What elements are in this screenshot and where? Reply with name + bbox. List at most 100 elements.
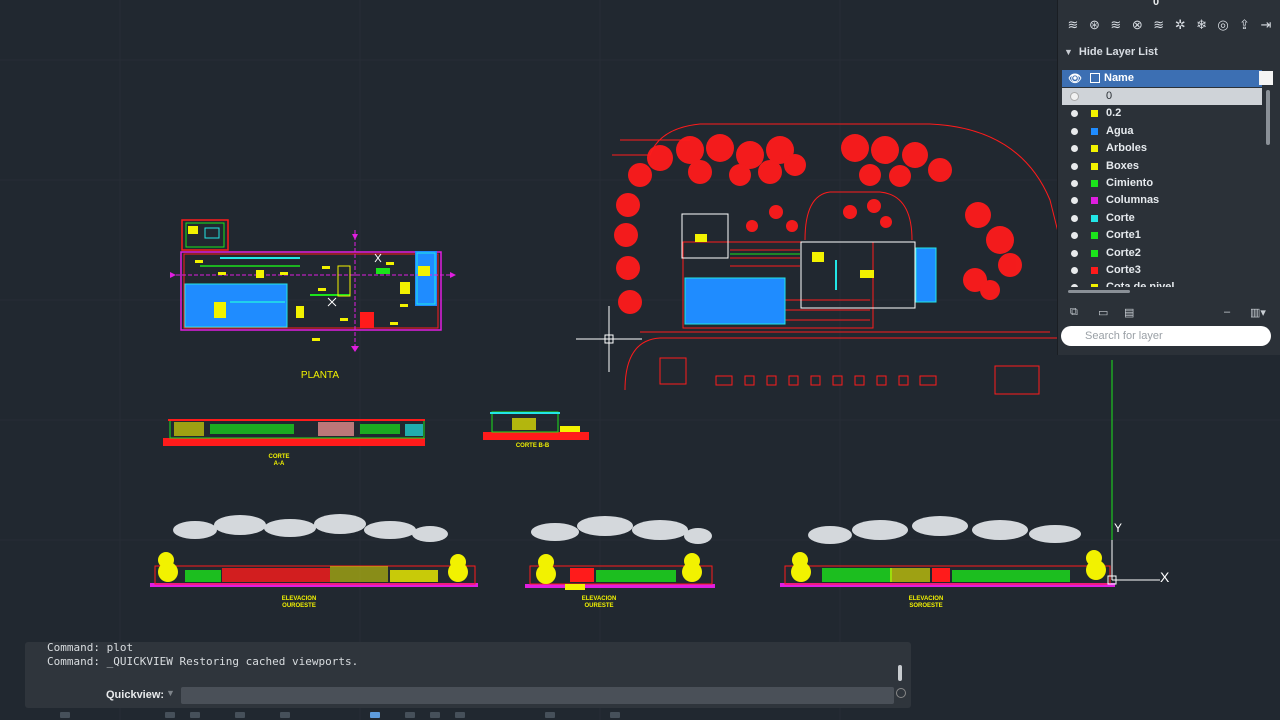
- command-history-line: Command: _QUICKVIEW Restoring cached vie…: [47, 655, 359, 668]
- elevation-3-label: ELEVACION SOROESTE: [908, 596, 944, 609]
- layer-name: Corte3: [1106, 264, 1141, 276]
- new-layer-frozen-icon[interactable]: ⊛: [1085, 16, 1103, 34]
- layer-row[interactable]: Arboles: [1062, 140, 1262, 157]
- layer-color-swatch[interactable]: [1091, 162, 1098, 170]
- visibility-toggle[interactable]: [1071, 249, 1078, 257]
- columns-menu-icon[interactable]: ▥▾: [1250, 306, 1266, 319]
- layer-color-swatch[interactable]: [1091, 249, 1098, 257]
- layer-color-swatch[interactable]: [1091, 110, 1098, 118]
- status-icon[interactable]: [405, 712, 415, 718]
- visibility-toggle[interactable]: [1071, 214, 1078, 222]
- layer-row[interactable]: 0: [1062, 88, 1262, 105]
- layer-row[interactable]: Columnas: [1062, 192, 1262, 209]
- status-icon[interactable]: [190, 712, 200, 718]
- command-prompt-label: Quickview:: [106, 689, 165, 701]
- current-layer-value[interactable]: 0: [1153, 0, 1159, 8]
- command-history-line: Command: plot: [47, 641, 134, 654]
- layer-name: Corte1: [1106, 229, 1141, 242]
- visibility-toggle[interactable]: [1071, 197, 1078, 205]
- collapse-icon[interactable]: –: [1224, 306, 1230, 318]
- layer-name: Boxes: [1106, 159, 1140, 172]
- layer-color-swatch[interactable]: [1091, 145, 1098, 153]
- layer-color-swatch[interactable]: [1091, 197, 1098, 205]
- layer-row[interactable]: 0.2: [1062, 105, 1262, 122]
- new-filter-folder-icon[interactable]: ▤: [1124, 306, 1134, 319]
- status-bar: [25, 712, 645, 720]
- layer-list-scrollbar[interactable]: [1266, 90, 1270, 145]
- layer-name: Arboles: [1106, 142, 1147, 155]
- visibility-toggle[interactable]: [1071, 127, 1078, 135]
- layer-name: Columnas: [1106, 194, 1160, 207]
- visibility-toggle[interactable]: [1071, 162, 1078, 170]
- elevation-2-label: ELEVACION OURESTE: [581, 596, 617, 609]
- layer-row[interactable]: Cota de nivel: [1062, 279, 1262, 288]
- layer-row[interactable]: Corte3: [1062, 262, 1262, 279]
- visibility-toggle[interactable]: [1071, 180, 1078, 187]
- status-icon[interactable]: [280, 712, 290, 718]
- ucs-y-label: Y: [1114, 521, 1122, 535]
- corte-bb-label: CORTE B-B: [515, 443, 550, 449]
- layers-palette: 0 ≋ ⊛ ≋ ⊗ ≋ ✲ ❄ ◎ ⇪ ⇥ ▼ Hide Layer List 👁 Name 0 0.…: [1057, 0, 1280, 355]
- layer-name: Corte: [1106, 211, 1135, 224]
- layer-row[interactable]: Corte1: [1062, 227, 1262, 244]
- lock-icon[interactable]: ◎: [1214, 16, 1232, 34]
- status-icon[interactable]: [60, 712, 70, 718]
- command-options-icon[interactable]: [896, 688, 906, 698]
- layers-top-row: 0: [1058, 0, 1280, 12]
- layer-row[interactable]: Corte: [1062, 210, 1262, 227]
- command-recent-dropdown-icon[interactable]: ▼: [166, 688, 175, 698]
- layer-row[interactable]: Boxes: [1062, 158, 1262, 175]
- layer-color-swatch[interactable]: [1091, 127, 1098, 135]
- status-icon[interactable]: [545, 712, 555, 718]
- command-input[interactable]: [181, 687, 894, 704]
- visibility-eye-icon[interactable]: 👁: [1068, 72, 1082, 85]
- freeze-icon[interactable]: ❄: [1193, 16, 1211, 34]
- layer-color-swatch[interactable]: [1091, 214, 1098, 222]
- name-column-label[interactable]: Name: [1104, 72, 1134, 84]
- status-icon[interactable]: [165, 712, 175, 718]
- delete-layer-icon[interactable]: ≋: [1107, 16, 1125, 34]
- layer-name: Corte2: [1106, 246, 1141, 259]
- visibility-toggle[interactable]: [1071, 110, 1078, 118]
- layer-color-swatch[interactable]: [1091, 232, 1098, 240]
- layer-row[interactable]: Agua: [1062, 123, 1262, 140]
- new-group-folder-icon[interactable]: ▭: [1098, 306, 1108, 319]
- layer-name: Cimiento: [1106, 177, 1154, 189]
- isolate-icon[interactable]: ✲: [1171, 16, 1189, 34]
- layer-list-header[interactable]: 👁 Name: [1062, 70, 1262, 87]
- visibility-toggle[interactable]: [1070, 92, 1079, 101]
- layer-name: 0: [1106, 90, 1113, 102]
- layer-search-input[interactable]: [1061, 326, 1271, 346]
- command-history-scrollbar[interactable]: [898, 665, 902, 681]
- layer-color-swatch[interactable]: [1091, 267, 1098, 274]
- visibility-toggle[interactable]: [1071, 232, 1078, 240]
- layers-bottom-toolbar: ⧉ ▭ ▤ – ▥▾: [1064, 306, 1274, 320]
- set-current-icon[interactable]: ⊗: [1128, 16, 1146, 34]
- layer-row[interactable]: Corte2: [1062, 245, 1262, 262]
- command-window: Command: plot Command: _QUICKVIEW Restor…: [25, 641, 911, 708]
- collapse-triangle-icon: ▼: [1064, 47, 1073, 57]
- planta-label: PLANTA: [300, 370, 340, 381]
- status-icon[interactable]: [610, 712, 620, 718]
- layer-state-icon[interactable]: ≋: [1150, 16, 1168, 34]
- layer-row[interactable]: Cimiento: [1062, 175, 1262, 192]
- layer-color-swatch[interactable]: [1091, 180, 1098, 187]
- status-icon[interactable]: [430, 712, 440, 718]
- new-layer-icon[interactable]: ≋: [1064, 16, 1082, 34]
- status-icon[interactable]: [235, 712, 245, 718]
- layer-name: Agua: [1106, 124, 1134, 137]
- status-icon[interactable]: [455, 712, 465, 718]
- hide-layer-list-toggle[interactable]: ▼ Hide Layer List: [1064, 46, 1158, 58]
- walk-icon[interactable]: ⇥: [1257, 16, 1275, 34]
- layers-toolbar: ≋ ⊛ ≋ ⊗ ≋ ✲ ❄ ◎ ⇪ ⇥: [1064, 16, 1275, 40]
- visibility-toggle[interactable]: [1071, 267, 1078, 274]
- visibility-toggle[interactable]: [1071, 145, 1078, 153]
- visibility-toggle[interactable]: [1071, 284, 1078, 288]
- elevation-1-label: ELEVACION OUROESTE: [281, 596, 317, 609]
- match-icon[interactable]: ⇪: [1236, 16, 1254, 34]
- new-layer-icon[interactable]: ⧉: [1070, 306, 1078, 319]
- layer-color-swatch[interactable]: [1091, 284, 1098, 288]
- header-color-swatch: [1259, 71, 1273, 85]
- status-icon[interactable]: [370, 712, 380, 718]
- layer-list-hscrollbar[interactable]: [1068, 290, 1130, 293]
